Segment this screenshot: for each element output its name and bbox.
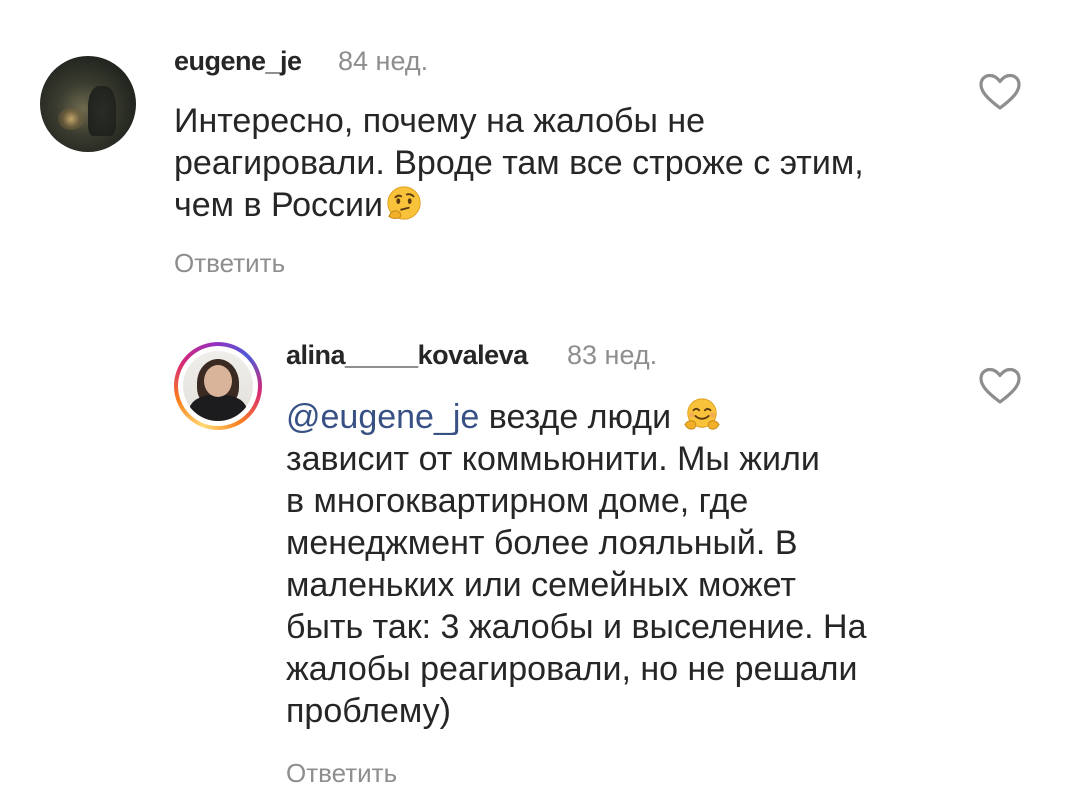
avatar-photo-detail [58,108,84,130]
comment-text: @eugene_je везде люди зависит от коммьюн… [286,396,867,732]
comment-text-line: зависит от коммьюнити. Мы жили [286,440,820,478]
comment-text-line: быть так: 3 жалобы и выселение. На [286,608,867,646]
thinking-face-emoji-icon [387,186,421,220]
comment-username[interactable]: alina_____kovaleva [286,340,528,371]
comment-text-line: Интересно, почему на жалобы не [174,102,706,140]
comment-text-line: менеджмент более лояльный. В [286,524,798,562]
hugging-face-emoji-icon [683,398,720,430]
mention-link[interactable]: @eugene_je [286,398,479,436]
comment-username[interactable]: eugene_je [174,46,302,77]
comment-text-line: маленьких или семейных может [286,566,796,604]
comment-text-line: жалобы реагировали, но не решали [286,650,858,688]
comment-timestamp: 83 нед. [567,340,658,370]
comment-text-segment: везде люди [479,398,681,436]
avatar-photo-figure [88,86,116,136]
comment-timestamp: 84 нед. [338,46,429,76]
avatar-photo-body [189,395,247,421]
heart-outline-icon[interactable] [978,366,1022,406]
comment-text-line: проблему) [286,692,452,730]
comment-text-line: реагировали. Вроде там все строже с этим… [174,144,864,182]
comment-text-line: в многоквартирном доме, где [286,482,749,520]
comment-text-line: @eugene_je везде люди [286,396,867,438]
heart-outline-icon[interactable] [978,72,1022,112]
comment-text-segment: чем в России [174,186,384,224]
avatar-photo [183,351,253,421]
avatar[interactable] [40,56,136,152]
comment-text-line: чем в России [174,184,864,226]
reply-button[interactable]: Ответить [286,758,397,789]
avatar[interactable] [174,342,262,430]
comment-text: Интересно, почему на жалобы не реагирова… [174,100,864,226]
reply-button[interactable]: Ответить [174,248,285,279]
avatar-photo-face [204,365,232,397]
